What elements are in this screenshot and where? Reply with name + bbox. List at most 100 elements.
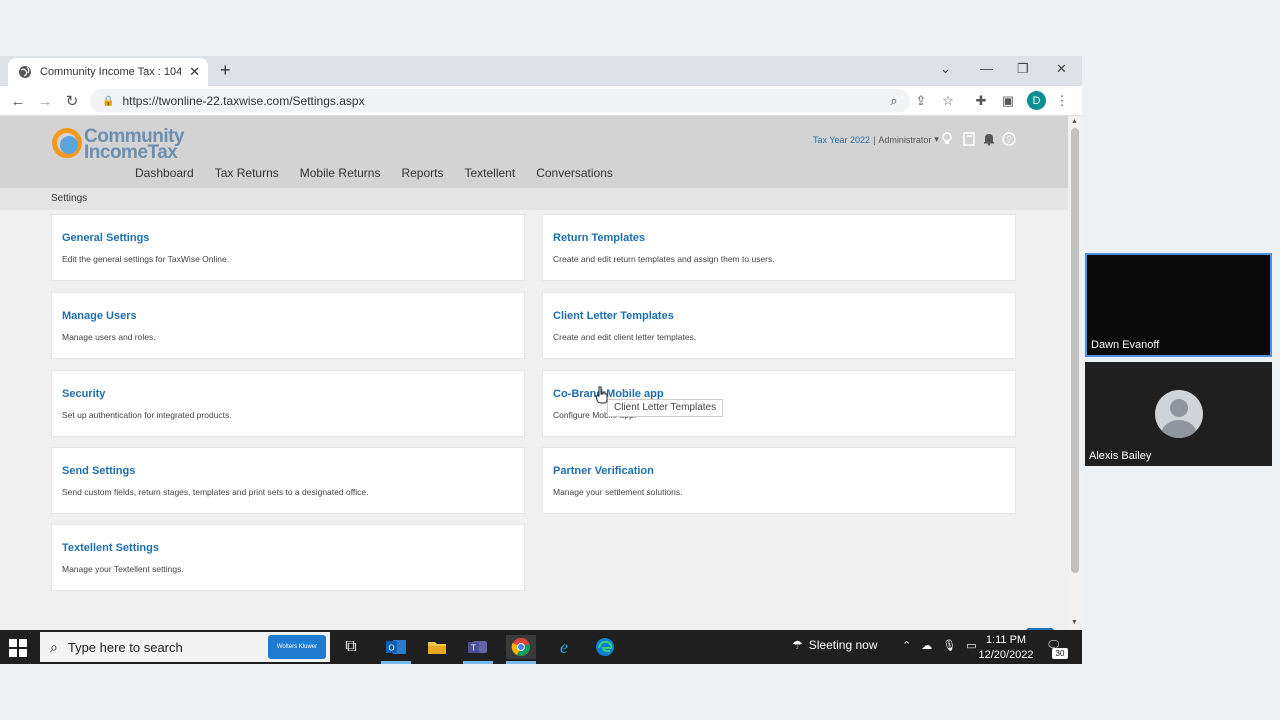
wolters-kluwer-button[interactable]: Wolters Kluwer: [268, 635, 326, 659]
nav-mobile-returns[interactable]: Mobile Returns: [300, 166, 381, 180]
card-title[interactable]: Security: [62, 388, 105, 400]
card-client-letter-templates[interactable]: Client Letter Templates Create and edit …: [542, 292, 1016, 359]
card-security[interactable]: Security Set up authentication for integ…: [51, 370, 525, 437]
file-explorer-icon[interactable]: [425, 635, 449, 659]
app-header: Community IncomeTax Dashboard Tax Return…: [0, 116, 1068, 188]
lock-icon: 🔒: [102, 95, 115, 107]
outlook-active-indicator: [381, 661, 411, 664]
battery-icon[interactable]: ▭: [966, 639, 976, 652]
book-icon[interactable]: [962, 132, 976, 146]
card-title[interactable]: Send Settings: [62, 465, 135, 477]
chevron-up-icon[interactable]: ⌃: [902, 639, 911, 652]
zoom-icon[interactable]: ⌕: [885, 92, 903, 110]
share-icon[interactable]: ⇪: [912, 92, 930, 110]
weather-text: Sleeting now: [808, 638, 878, 652]
internet-explorer-icon[interactable]: e: [552, 635, 576, 659]
weather-widget[interactable]: ☂ Sleeting now: [792, 638, 877, 652]
back-arrow-icon[interactable]: ←: [8, 91, 28, 111]
nav-textellent[interactable]: Textellent: [464, 166, 515, 180]
role-dropdown[interactable]: Administrator: [878, 135, 931, 145]
edge-icon[interactable]: [593, 635, 617, 659]
scroll-down-icon[interactable]: ▼: [1071, 619, 1078, 626]
notification-count-badge: 30: [1052, 648, 1068, 659]
browser-window: Community Income Tax : 1040 In ✕ + ⌄ — ❐…: [0, 56, 1082, 664]
svg-text:?: ?: [1006, 135, 1011, 145]
svg-text:e: e: [560, 637, 568, 657]
participant-name: Alexis Bailey: [1089, 450, 1152, 462]
caret-down-icon[interactable]: ▾: [934, 134, 939, 145]
card-title[interactable]: Textellent Settings: [62, 542, 159, 554]
scroll-up-icon[interactable]: ▲: [1071, 118, 1078, 125]
new-tab-button[interactable]: +: [220, 61, 231, 79]
hand-cursor-icon: [595, 386, 608, 404]
teams-icon[interactable]: T: [466, 635, 490, 659]
task-view-icon[interactable]: ⧉: [339, 635, 363, 659]
minimize-icon[interactable]: —: [980, 61, 993, 77]
chrome-icon[interactable]: [506, 635, 536, 659]
tab-close-icon[interactable]: ✕: [189, 64, 200, 80]
community-income-tax-logo[interactable]: Community IncomeTax: [52, 126, 192, 163]
tab-title: Community Income Tax : 1040 In: [40, 66, 182, 78]
side-panel-icon[interactable]: ▣: [999, 92, 1017, 110]
card-manage-users[interactable]: Manage Users Manage users and roles.: [51, 292, 525, 359]
page-viewport: Community IncomeTax Dashboard Tax Return…: [0, 116, 1082, 630]
address-bar[interactable]: 🔒 https://twonline-22.taxwise.com/Settin…: [90, 89, 910, 113]
onedrive-cloud-icon[interactable]: ☁: [921, 639, 932, 652]
user-info: Tax Year 2022 | Administrator ▾: [813, 134, 939, 145]
windows-start-icon[interactable]: [8, 638, 28, 658]
restore-icon[interactable]: ❐: [1017, 61, 1029, 77]
avatar-head: [1170, 399, 1188, 417]
profile-avatar[interactable]: D: [1027, 91, 1046, 110]
menu-kebab-icon[interactable]: ⋮: [1053, 92, 1071, 110]
card-description: Send custom fields, return stages, templ…: [62, 487, 369, 497]
card-title[interactable]: Client Letter Templates: [553, 310, 674, 322]
close-window-icon[interactable]: ✕: [1056, 61, 1067, 77]
video-tile-alexis-bailey[interactable]: Alexis Bailey: [1085, 362, 1272, 466]
windows-taskbar: ⌕ Type here to search Wolters Kluwer ⧉ O…: [0, 630, 1082, 664]
tab-search-chevron-icon[interactable]: ⌄: [940, 61, 951, 77]
forward-arrow-icon[interactable]: →: [35, 91, 55, 111]
card-description: Edit the general settings for TaxWise On…: [62, 254, 230, 264]
card-title[interactable]: Manage Users: [62, 310, 137, 322]
card-partner-verification[interactable]: Partner Verification Manage your settlem…: [542, 447, 1016, 514]
taskbar-clock[interactable]: 1:11 PM 12/20/2022: [978, 633, 1034, 663]
teams-active-indicator: [463, 661, 493, 664]
card-title[interactable]: Return Templates: [553, 232, 645, 244]
card-description: Manage your Textellent settings.: [62, 564, 184, 574]
scroll-thumb[interactable]: [1071, 128, 1079, 573]
tab-strip: Community Income Tax : 1040 In ✕ + ⌄ — ❐…: [0, 56, 1082, 86]
card-send-settings[interactable]: Send Settings Send custom fields, return…: [51, 447, 525, 514]
card-description: Manage your settlement solutions.: [553, 487, 683, 497]
bell-icon[interactable]: [982, 132, 996, 146]
extensions-puzzle-icon[interactable]: ✚: [972, 92, 990, 110]
microphone-icon[interactable]: 🎙: [942, 639, 956, 652]
tax-year-link[interactable]: Tax Year 2022: [813, 135, 870, 145]
avatar: [1155, 390, 1203, 438]
card-description: Create and edit return templates and ass…: [553, 254, 775, 264]
lightbulb-icon[interactable]: [940, 132, 954, 146]
browser-tab[interactable]: Community Income Tax : 1040 In ✕: [8, 58, 208, 86]
outlook-icon[interactable]: O: [384, 635, 408, 659]
card-textellent-settings[interactable]: Textellent Settings Manage your Textelle…: [51, 524, 525, 591]
bookmark-star-icon[interactable]: ☆: [939, 92, 957, 110]
nav-reports[interactable]: Reports: [401, 166, 443, 180]
browser-toolbar: ← → ↻ 🔒 https://twonline-22.taxwise.com/…: [0, 86, 1082, 116]
card-title[interactable]: Partner Verification: [553, 465, 654, 477]
nav-tax-returns[interactable]: Tax Returns: [215, 166, 279, 180]
card-return-templates[interactable]: Return Templates Create and edit return …: [542, 214, 1016, 281]
url-text: https://twonline-22.taxwise.com/Settings…: [122, 94, 365, 108]
search-icon: ⌕: [50, 638, 58, 655]
nav-dashboard[interactable]: Dashboard: [135, 166, 194, 180]
vertical-scrollbar[interactable]: ▲ ▼: [1068, 116, 1082, 630]
reload-icon[interactable]: ↻: [62, 91, 82, 111]
video-tile-dawn-evanoff[interactable]: Dawn Evanoff: [1085, 253, 1272, 357]
help-icon[interactable]: ?: [1002, 132, 1016, 146]
separator: |: [873, 134, 876, 145]
card-description: Manage users and roles.: [62, 332, 156, 342]
card-general-settings[interactable]: General Settings Edit the general settin…: [51, 214, 525, 281]
breadcrumb-bar: Settings: [0, 188, 1068, 210]
logo-blue-dot: [60, 136, 78, 154]
nav-conversations[interactable]: Conversations: [536, 166, 613, 180]
card-title[interactable]: General Settings: [62, 232, 149, 244]
system-tray: ⌃ ☁ 🎙 ▭: [902, 639, 977, 652]
